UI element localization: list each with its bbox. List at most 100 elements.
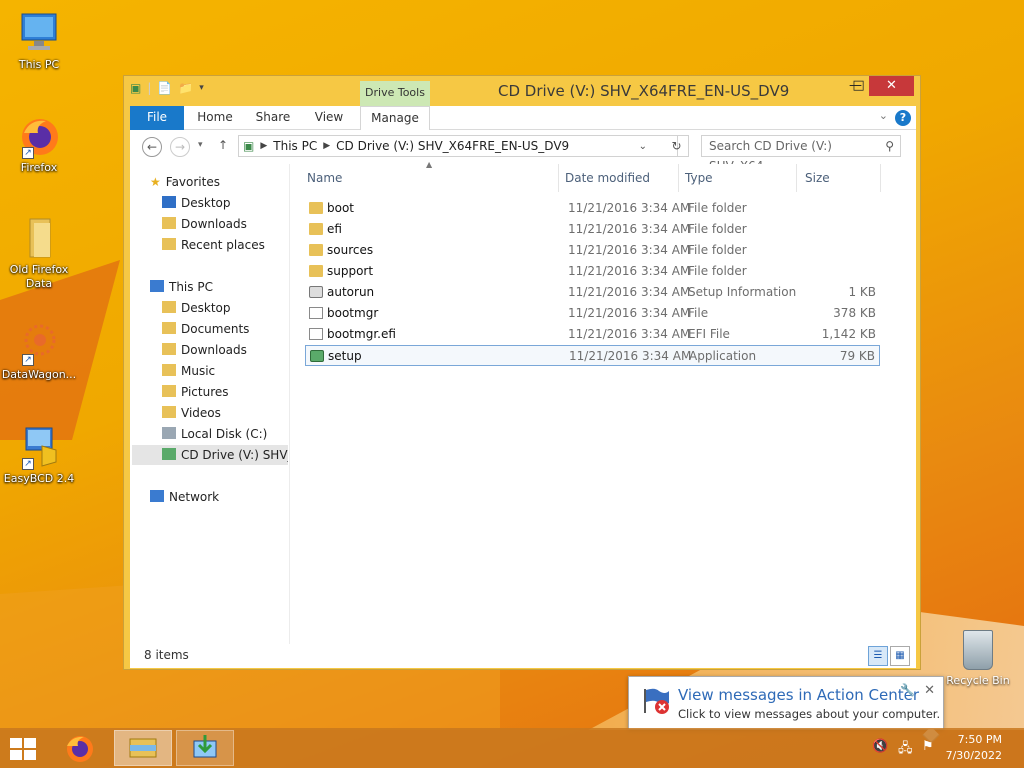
nav-desktop[interactable]: Desktop <box>162 298 231 318</box>
breadcrumb-cd-drive[interactable]: CD Drive (V:) SHV_X64FRE_EN-US_DV9 <box>336 139 569 153</box>
start-button[interactable] <box>10 738 38 760</box>
search-icon: ⚲ <box>885 139 894 153</box>
star-icon: ★ <box>150 175 161 189</box>
nav-downloads[interactable]: Downloads <box>162 340 247 360</box>
volume-muted-icon[interactable]: 🔇 <box>872 739 888 754</box>
close-button[interactable]: ✕ <box>869 76 914 96</box>
this-pc-icon <box>16 10 62 56</box>
firefox-icon: ↗ <box>16 113 62 159</box>
taskbar-installer[interactable] <box>176 730 234 766</box>
file-row[interactable]: efi 11/21/2016 3:34 AM File folder <box>305 219 880 240</box>
nav-videos[interactable]: Videos <box>162 403 221 423</box>
nav-cd-drive[interactable]: CD Drive (V:) SHV_X6 <box>132 445 288 465</box>
nav-network[interactable]: Network <box>150 487 219 507</box>
customize-qat-chevron-icon[interactable]: ▾ <box>199 83 204 93</box>
breadcrumb-separator-icon[interactable]: ▶ <box>260 141 267 151</box>
folder-icon <box>162 364 176 376</box>
file-row-selected[interactable]: setup 11/21/2016 3:34 AM Application 79 … <box>305 345 880 366</box>
cd-drive-icon <box>162 448 176 460</box>
action-center-flag-icon[interactable]: ⚑ <box>922 739 934 754</box>
recent-locations-chevron-icon[interactable]: ▾ <box>198 140 203 150</box>
taskbar-file-explorer[interactable] <box>114 730 172 766</box>
desktop-icon-recycle-bin[interactable]: Recycle Bin <box>938 630 1018 687</box>
folder-icon <box>16 215 62 261</box>
properties-icon[interactable]: 📄 <box>157 81 172 95</box>
action-center-notification[interactable]: View messages in Action Center Click to … <box>628 676 944 744</box>
navigation-pane: ★ Favorites Desktop Downloads Recent plac… <box>130 164 290 644</box>
tab-share[interactable]: Share <box>250 106 296 130</box>
shortcut-arrow-icon: ↗ <box>22 354 34 366</box>
network-icon[interactable]: 🖧 <box>898 739 913 761</box>
folder-icon <box>162 322 176 334</box>
nav-favorites[interactable]: ★ Favorites <box>150 172 220 192</box>
file-row[interactable]: boot 11/21/2016 3:34 AM File folder <box>305 198 880 219</box>
firefox-icon <box>67 736 93 762</box>
file-icon <box>309 307 323 319</box>
column-header-date-modified[interactable]: Date modified <box>565 164 679 192</box>
breadcrumb-separator-icon[interactable]: ▶ <box>323 141 330 151</box>
datawagon-icon: ↗ <box>16 320 62 366</box>
tab-file[interactable]: File <box>130 106 184 130</box>
column-header-size[interactable]: Size <box>805 164 881 192</box>
desktop-icon-label: This PC <box>18 58 60 71</box>
refresh-button[interactable]: ↻ <box>665 135 689 157</box>
file-row[interactable]: support 11/21/2016 3:34 AM File folder <box>305 261 880 282</box>
recycle-bin-icon <box>963 630 993 670</box>
recent-places-icon <box>162 238 176 250</box>
folder-icon <box>162 301 176 313</box>
desktop-icon-easybcd[interactable]: ↗ EasyBCD 2.4 <box>0 424 78 486</box>
column-header-name[interactable]: Name <box>305 164 559 192</box>
nav-pictures[interactable]: Pictures <box>162 382 229 402</box>
tab-view[interactable]: View <box>306 106 352 130</box>
this-pc-icon <box>150 280 164 292</box>
close-icon[interactable]: ✕ <box>924 683 935 698</box>
folder-icon <box>309 265 323 277</box>
wrench-icon[interactable]: 🔧 <box>900 683 915 697</box>
file-row[interactable]: autorun 11/21/2016 3:34 AM Setup Informa… <box>305 282 880 303</box>
drive-icon: ▣ <box>243 139 255 153</box>
action-center-flag-icon <box>641 687 671 715</box>
large-icons-view-button[interactable]: ▦ <box>890 646 910 666</box>
clock[interactable]: 7:50 PM 7/30/2022 <box>946 732 1002 764</box>
breadcrumb-this-pc[interactable]: This PC <box>273 139 317 153</box>
up-button[interactable]: ↑ <box>218 138 228 152</box>
tab-home[interactable]: Home <box>192 106 238 130</box>
settings-file-icon <box>309 286 323 298</box>
notification-subtitle: Click to view messages about your comput… <box>678 707 941 721</box>
title-bar[interactable]: ▣ | 📄 📁 ▾ Drive Tools CD Drive (V:) SHV_… <box>124 76 920 106</box>
file-explorer-icon <box>129 738 157 758</box>
tab-manage[interactable]: Manage <box>360 106 430 130</box>
file-row[interactable]: sources 11/21/2016 3:34 AM File folder <box>305 240 880 261</box>
ribbon-tabs: File Home Share View Manage ⌄ ? <box>130 106 916 130</box>
desktop-icon-old-firefox-data[interactable]: Old Firefox Data <box>0 215 78 291</box>
app-icon[interactable]: ▣ <box>130 81 141 95</box>
desktop-icon <box>162 196 176 208</box>
address-bar[interactable]: ▣ ▶ This PC ▶ CD Drive (V:) SHV_X64FRE_E… <box>238 135 678 157</box>
column-header-type[interactable]: Type <box>685 164 797 192</box>
address-dropdown-chevron-icon[interactable]: ⌄ <box>639 141 647 152</box>
shortcut-arrow-icon: ↗ <box>22 458 34 470</box>
nav-music[interactable]: Music <box>162 361 215 381</box>
details-view-button[interactable]: ☰ <box>868 646 888 666</box>
expand-ribbon-chevron-icon[interactable]: ⌄ <box>879 109 888 122</box>
status-bar: 8 items ☰ ▦ <box>130 644 916 668</box>
setup-app-icon <box>193 735 217 758</box>
desktop-icon-firefox[interactable]: ↗ Firefox <box>0 113 78 175</box>
new-folder-icon[interactable]: 📁 <box>178 81 193 95</box>
forward-button[interactable]: → <box>170 137 190 157</box>
help-icon[interactable]: ? <box>895 110 911 126</box>
nav-this-pc[interactable]: This PC <box>150 277 213 297</box>
search-input[interactable]: Search CD Drive (V:) SHV_X64... ⚲ <box>701 135 901 173</box>
nav-local-disk[interactable]: Local Disk (C:) <box>162 424 267 444</box>
nav-fav-downloads[interactable]: Downloads <box>162 214 247 234</box>
nav-fav-desktop[interactable]: Desktop <box>162 193 231 213</box>
taskbar-firefox[interactable] <box>62 732 98 767</box>
folder-icon <box>162 385 176 397</box>
file-row[interactable]: bootmgr.efi 11/21/2016 3:34 AM EFI File … <box>305 324 880 345</box>
desktop-icon-datawagon[interactable]: ↗ DataWagon... <box>0 320 78 382</box>
back-button[interactable]: ← <box>142 137 162 157</box>
file-row[interactable]: bootmgr 11/21/2016 3:34 AM File 378 KB <box>305 303 880 324</box>
nav-fav-recent-places[interactable]: Recent places <box>162 235 265 255</box>
desktop-icon-this-pc[interactable]: This PC <box>0 10 78 72</box>
nav-documents[interactable]: Documents <box>162 319 249 339</box>
